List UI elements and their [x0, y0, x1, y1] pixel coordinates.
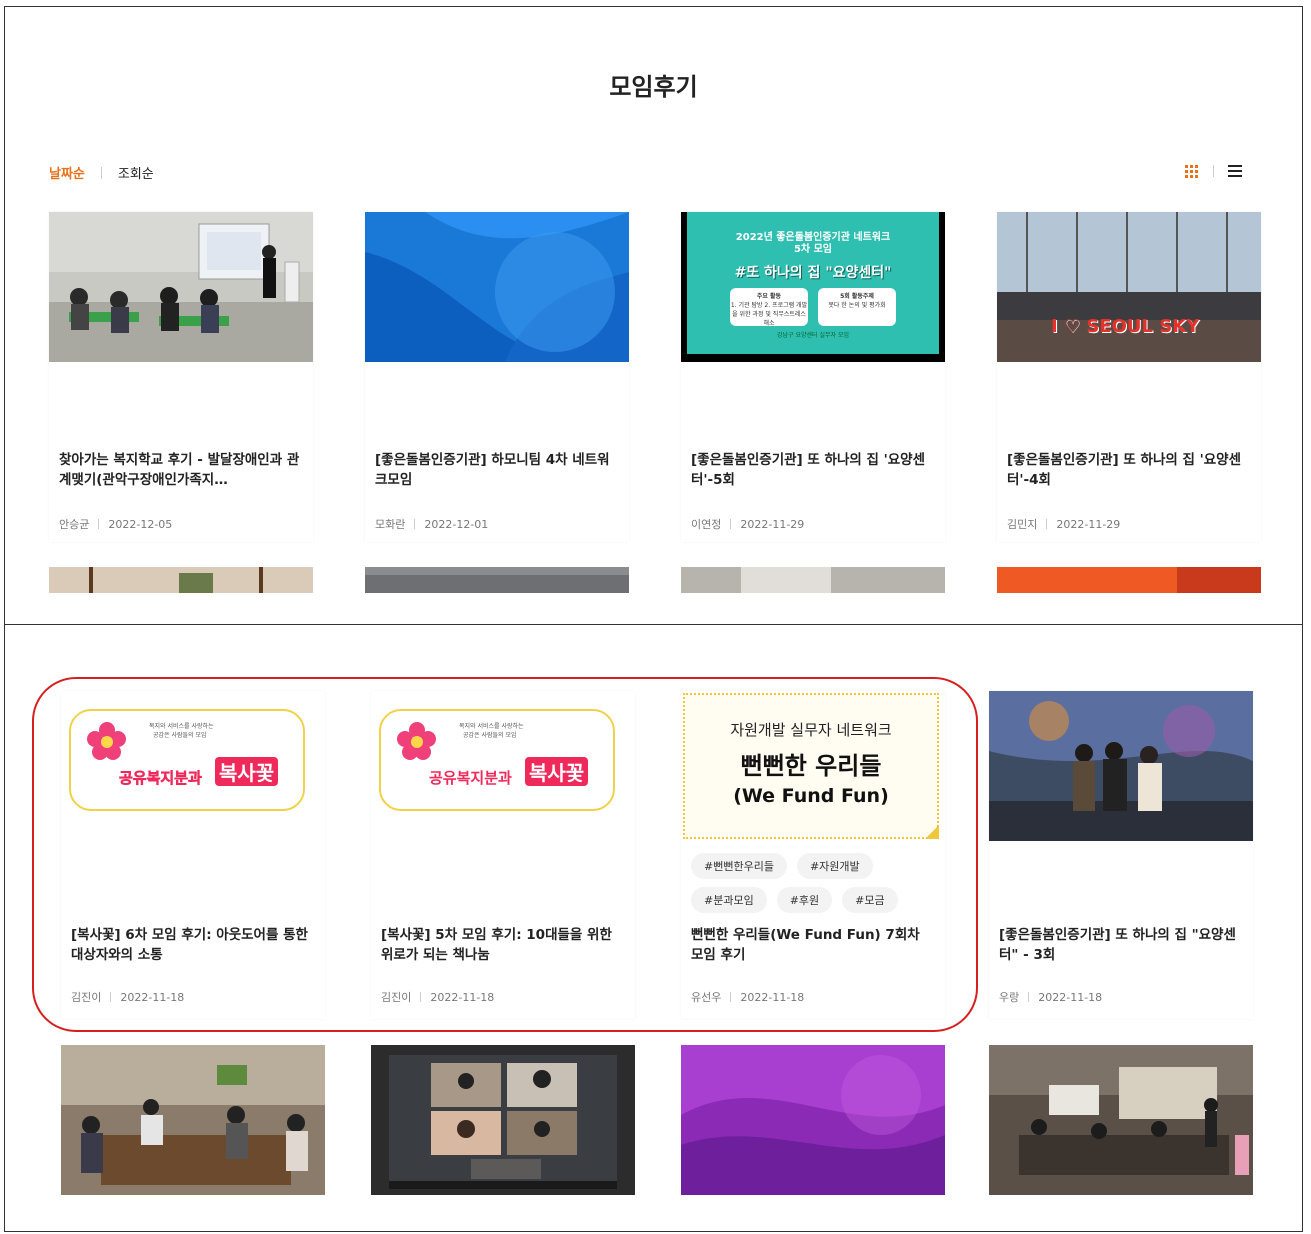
- post-meta: 우랑 2022-11-18: [999, 989, 1102, 1005]
- post-card[interactable]: [371, 1045, 635, 1195]
- view-toggle: [1185, 165, 1242, 178]
- flower-icon: [87, 722, 126, 760]
- post-meta: 유선우 2022-11-18: [691, 989, 804, 1005]
- post-thumbnail[interactable]: I ♡ SEOUL SKY: [997, 212, 1261, 362]
- post-card[interactable]: 복지와 서비스를 사랑하는 공감은 사람들의 모임 공유복지분과 복사꽃 [복사…: [61, 691, 325, 1019]
- post-card[interactable]: 2022년 좋은돌봄인증기관 네트워크 5차 모임 #또 하나의 집 "요양센터…: [681, 212, 945, 542]
- poster-image: 2022년 좋은돌봄인증기관 네트워크 5차 모임 #또 하나의 집 "요양센터…: [687, 212, 939, 354]
- post-thumbnail[interactable]: [371, 1045, 635, 1195]
- tag-list: #뻔뻔한우리들 #자원개발 #분과모임 #후원 #모금: [691, 853, 941, 913]
- tag[interactable]: #자원개발: [796, 853, 873, 879]
- grid-icon[interactable]: [1185, 165, 1199, 178]
- post-card[interactable]: [681, 1045, 945, 1195]
- post-thumbnail[interactable]: [61, 1045, 325, 1195]
- post-thumbnail[interactable]: 자원개발 실무자 네트워크 뻔뻔한 우리들 (We Fund Fun): [681, 691, 945, 841]
- post-author: 이연정: [691, 518, 722, 531]
- blue-abstract-image: [365, 212, 629, 362]
- post-card[interactable]: [989, 1045, 1253, 1195]
- post-author: 우랑: [999, 991, 1020, 1004]
- list-icon[interactable]: [1228, 165, 1242, 177]
- post-title[interactable]: [좋은돌봄인증기관] 하모니팀 4차 네트워크모임: [375, 450, 619, 490]
- post-card[interactable]: [61, 1045, 325, 1195]
- tag[interactable]: #분과모임: [691, 887, 767, 913]
- post-title[interactable]: [복사꽃] 6차 모임 후기: 아웃도어를 통한 대상자와의 소통: [71, 925, 315, 965]
- post-date: 2022-12-05: [108, 517, 173, 531]
- bottom-screenshot-panel: 복지와 서비스를 사랑하는 공감은 사람들의 모임 공유복지분과 복사꽃 [복사…: [4, 624, 1303, 1232]
- seminar-photo: [989, 1045, 1253, 1195]
- post-author: 김진이: [381, 991, 412, 1004]
- post-card[interactable]: [좋은돌봄인증기관] 하모니팀 4차 네트워크모임 모화란 2022-12-01: [365, 212, 629, 542]
- divider: [100, 166, 102, 179]
- post-card[interactable]: 복지와 서비스를 사랑하는 공감은 사람들의 모임 공유복지분과 복사꽃 [복사…: [371, 691, 635, 1019]
- post-author: 안승균: [59, 518, 90, 531]
- post-thumbnail[interactable]: [365, 212, 629, 362]
- post-thumbnail-partial[interactable]: [681, 567, 945, 593]
- post-meta: 김민지 2022-11-29: [1007, 516, 1120, 532]
- classroom-photo: [49, 212, 313, 362]
- video-call-photo: [371, 1045, 635, 1195]
- post-thumbnail-partial[interactable]: [365, 567, 629, 593]
- purple-abstract-image: [681, 1045, 945, 1195]
- post-meta: 안승균 2022-12-05: [59, 516, 172, 532]
- top-screenshot-panel: 모임후기 날짜순 조회순 찾아가는 복지학교 후기 - 발달장애인과 관계맺기(…: [4, 6, 1303, 625]
- post-date: 2022-11-18: [1038, 990, 1103, 1004]
- post-thumbnail[interactable]: [49, 212, 313, 362]
- seoul-sky-photo: [997, 212, 1261, 362]
- post-thumbnail[interactable]: 복지와 서비스를 사랑하는 공감은 사람들의 모임 공유복지분과 복사꽃: [61, 691, 325, 841]
- group-photo: [989, 691, 1253, 841]
- post-author: 모화란: [375, 518, 406, 531]
- post-card[interactable]: [좋은돌봄인증기관] 또 하나의 집 "요양센터" - 3회 우랑 2022-1…: [989, 691, 1253, 1019]
- post-thumbnail[interactable]: [989, 1045, 1253, 1195]
- tag[interactable]: #후원: [776, 887, 833, 913]
- post-card[interactable]: 찾아가는 복지학교 후기 - 발달장애인과 관계맺기(관악구장애인가족지… 안승…: [49, 212, 313, 542]
- sort-options: 날짜순 조회순: [49, 163, 154, 182]
- boksakkot-logo-image: 복지와 서비스를 사랑하는 공감은 사람들의 모임 공유복지분과 복사꽃: [379, 709, 615, 811]
- post-author: 김진이: [71, 991, 102, 1004]
- tag[interactable]: #모금: [842, 887, 898, 913]
- tag[interactable]: #뻔뻔한우리들: [691, 853, 787, 879]
- post-title[interactable]: [좋은돌봄인증기관] 또 하나의 집 '요양센터'-5회: [691, 450, 935, 490]
- post-date: 2022-11-18: [120, 990, 185, 1004]
- post-date: 2022-11-29: [1056, 517, 1121, 531]
- divider: [1213, 165, 1214, 177]
- meeting-photo: [61, 1045, 325, 1195]
- post-meta: 모화란 2022-12-01: [375, 516, 488, 532]
- post-date: 2022-11-29: [740, 517, 805, 531]
- post-title[interactable]: 뻔뻔한 우리들(We Fund Fun) 7회차 모임 후기: [691, 925, 935, 965]
- post-date: 2022-12-01: [424, 517, 489, 531]
- post-card[interactable]: 자원개발 실무자 네트워크 뻔뻔한 우리들 (We Fund Fun) #뻔뻔한…: [681, 691, 945, 1019]
- post-date: 2022-11-18: [430, 990, 495, 1004]
- post-thumbnail[interactable]: [989, 691, 1253, 841]
- page-title: 모임후기: [609, 73, 698, 101]
- post-meta: 김진이 2022-11-18: [381, 989, 494, 1005]
- post-date: 2022-11-18: [740, 990, 805, 1004]
- post-title[interactable]: [좋은돌봄인증기관] 또 하나의 집 '요양센터'-4회: [1007, 450, 1251, 490]
- we-fund-fun-image: 자원개발 실무자 네트워크 뻔뻔한 우리들 (We Fund Fun): [683, 693, 939, 839]
- post-card[interactable]: I ♡ SEOUL SKY [좋은돌봄인증기관] 또 하나의 집 '요양센터'-…: [997, 212, 1261, 542]
- post-title[interactable]: [복사꽃] 5차 모임 후기: 10대들을 위한 위로가 되는 책나눔: [381, 925, 625, 965]
- post-thumbnail-partial[interactable]: [49, 567, 313, 593]
- flower-icon: [397, 722, 436, 760]
- post-author: 김민지: [1007, 518, 1038, 531]
- boksakkot-logo-image: 복지와 서비스를 사랑하는 공감은 사람들의 모임 공유복지분과 복사꽃: [69, 709, 305, 811]
- post-thumbnail[interactable]: 복지와 서비스를 사랑하는 공감은 사람들의 모임 공유복지분과 복사꽃: [371, 691, 635, 841]
- post-meta: 김진이 2022-11-18: [71, 989, 184, 1005]
- sort-by-date[interactable]: 날짜순: [49, 163, 85, 182]
- post-title[interactable]: [좋은돌봄인증기관] 또 하나의 집 "요양센터" - 3회: [999, 925, 1243, 965]
- post-thumbnail[interactable]: [681, 1045, 945, 1195]
- post-title[interactable]: 찾아가는 복지학교 후기 - 발달장애인과 관계맺기(관악구장애인가족지…: [59, 450, 303, 490]
- post-thumbnail[interactable]: 2022년 좋은돌봄인증기관 네트워크 5차 모임 #또 하나의 집 "요양센터…: [681, 212, 945, 362]
- post-thumbnail-partial[interactable]: [997, 567, 1261, 593]
- sort-by-views[interactable]: 조회순: [118, 163, 154, 182]
- post-author: 유선우: [691, 991, 722, 1004]
- post-meta: 이연정 2022-11-29: [691, 516, 804, 532]
